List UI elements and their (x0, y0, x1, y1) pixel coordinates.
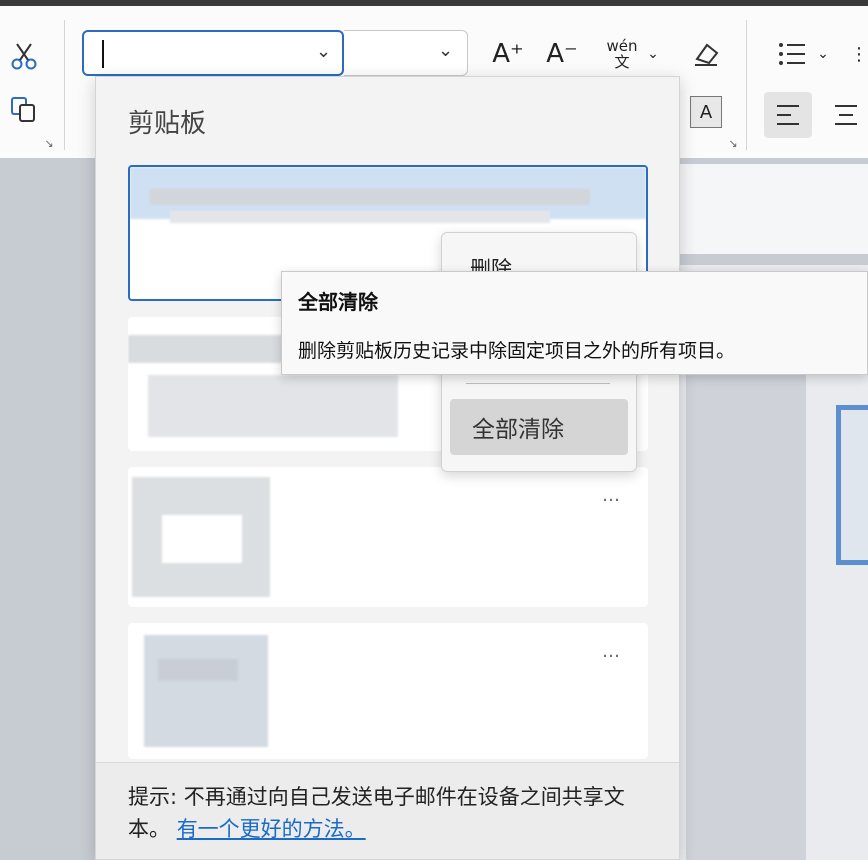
tooltip-description: 删除剪贴板历史记录中除固定项目之外的所有项目。 (298, 340, 736, 362)
chevron-down-icon[interactable]: ⌄ (316, 41, 331, 62)
clear-format-icon[interactable] (686, 34, 726, 74)
more-options-icon[interactable]: … (602, 485, 622, 506)
menu-item-clear-all[interactable]: 全部清除 (450, 399, 628, 455)
chevron-down-icon[interactable]: ⌄ (644, 42, 662, 66)
blurred-content (150, 189, 590, 205)
more-options-icon[interactable]: … (602, 641, 622, 662)
blurred-content (162, 515, 242, 563)
copy-format-icon[interactable] (6, 92, 42, 128)
bullets-icon[interactable] (774, 36, 810, 72)
font-name-input[interactable]: ⌄ (82, 30, 344, 76)
clipboard-item[interactable]: … (128, 623, 648, 759)
ribbon-divider (746, 20, 747, 150)
clipboard-item[interactable]: … (128, 467, 648, 607)
char-border-icon[interactable]: A (690, 96, 722, 128)
document-image-frame (836, 405, 868, 565)
document-content-block (686, 365, 806, 860)
blurred-content (158, 659, 238, 681)
dialog-launcher-icon[interactable]: ↘ (42, 136, 56, 150)
tooltip-title: 全部清除 (298, 290, 378, 314)
shrink-font-icon[interactable]: A⁻ (542, 34, 582, 74)
tooltip: 全部清除 删除剪贴板历史记录中除固定项目之外的所有项目。 (281, 271, 868, 375)
blurred-content (170, 211, 550, 223)
grow-font-icon[interactable]: A⁺ (488, 34, 528, 74)
chevron-down-icon[interactable]: ⌄ (814, 42, 832, 66)
menu-divider (466, 383, 610, 384)
align-left-icon[interactable] (770, 98, 806, 132)
clipboard-footer: 提示: 不再通过向自己发送电子邮件在设备之间共享文本。 有一个更好的方法。 (96, 762, 679, 859)
font-size-input[interactable]: ⌄ (344, 30, 468, 76)
align-center-icon[interactable] (828, 98, 864, 132)
tip-link[interactable]: 有一个更好的方法。 (177, 817, 366, 841)
ribbon-divider (64, 20, 65, 150)
text-caret (102, 40, 104, 68)
clipboard-title: 剪贴板 (128, 109, 207, 139)
scissors-icon[interactable] (6, 38, 42, 74)
document-page (676, 164, 868, 254)
chevron-down-icon[interactable]: ⌄ (438, 40, 453, 61)
phonetic-guide-icon[interactable]: wén 文 (600, 32, 644, 76)
numbering-icon[interactable]: ⋮ (850, 36, 868, 72)
dialog-launcher-icon[interactable]: ↘ (726, 136, 740, 150)
tip-text: 提示: 不再通过向自己发送电子邮件在设备之间共享文本。 有一个更好的方法。 (128, 781, 658, 845)
blurred-content (148, 375, 398, 437)
blurred-content (144, 635, 268, 747)
